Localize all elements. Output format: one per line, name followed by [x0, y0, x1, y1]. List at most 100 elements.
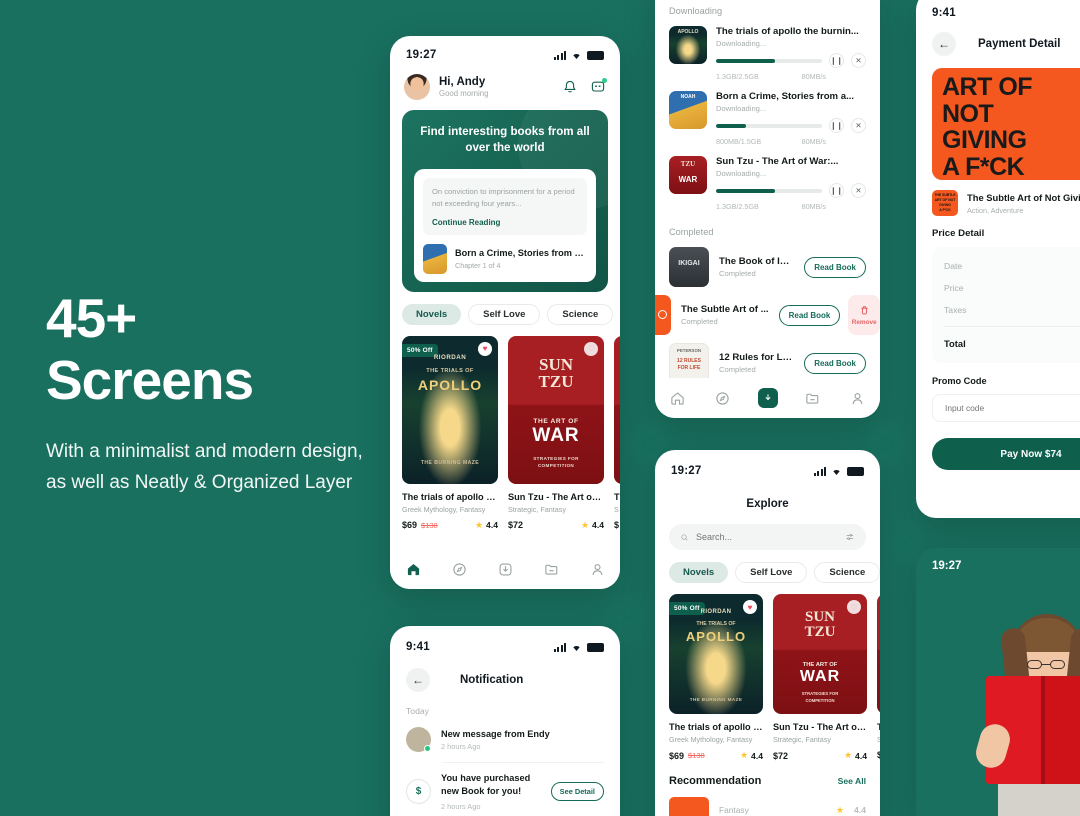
- continue-book-chapter: Chapter 1 of 4: [455, 260, 501, 270]
- price-detail-label: Price Detail: [932, 228, 985, 239]
- home-bottom-nav: [390, 549, 620, 589]
- home-book-list: 50% Off ♥ RIORDAN THE TRIALS OF APOLLO T…: [390, 325, 620, 531]
- close-icon[interactable]: ✕: [851, 53, 866, 68]
- recommendation-item[interactable]: Fantasy ★ 4.4: [655, 787, 880, 816]
- read-book-button[interactable]: Read Book: [778, 304, 841, 326]
- nav-compass-icon[interactable]: [449, 559, 469, 579]
- recommendation-genre: Fantasy: [719, 805, 749, 815]
- bell-icon[interactable]: [562, 79, 578, 95]
- promo-code-input[interactable]: [945, 403, 1080, 413]
- explore-category-chips: Novels Self Love Science Roma: [655, 550, 880, 583]
- chip-novels[interactable]: Novels: [669, 562, 729, 583]
- star-icon: ★: [580, 519, 590, 530]
- chip-science[interactable]: Science: [814, 562, 880, 583]
- message-icon[interactable]: [590, 78, 607, 95]
- promo-headline-line1: 45+: [46, 287, 137, 349]
- notification-item[interactable]: $ You have purchased new Book for you! 2…: [390, 763, 620, 811]
- price-row-taxes: Taxes: [944, 299, 1080, 321]
- chip-science[interactable]: Science: [547, 303, 614, 325]
- price-row-total: Total: [944, 332, 1080, 355]
- promo-code-field[interactable]: [932, 394, 1080, 422]
- download-item[interactable]: APOLLO The trials of apollo the burnin..…: [669, 26, 866, 81]
- notification-time: 2 hours Ago: [441, 801, 481, 811]
- book-rating: 4.4: [751, 750, 763, 761]
- promo-subtext: With a minimalist and modern design, as …: [46, 441, 363, 493]
- book-cover-12rules: PETERSON 12 RULES FOR LIFE: [669, 343, 709, 383]
- completed-list: IKIGAI The Book of Ikigai Completed Read…: [655, 237, 880, 383]
- nav-compass-icon[interactable]: [713, 388, 733, 408]
- search-bar[interactable]: [669, 524, 866, 550]
- see-all-link[interactable]: See All: [838, 776, 866, 786]
- pause-icon[interactable]: ❙❙: [829, 118, 844, 133]
- nav-download-icon[interactable]: [757, 388, 778, 408]
- book-cover-sun-tzu: ♡ SUN TZU THE ART OF WAR STRATEGIES FOR CO…: [508, 335, 604, 484]
- filter-icon[interactable]: [845, 531, 855, 543]
- nav-home-icon[interactable]: [668, 388, 688, 408]
- explore-book-list: 50% Off ♥ RIORDAN THE TRIALS OF APOLLO T…: [655, 583, 880, 761]
- close-icon[interactable]: ✕: [851, 183, 866, 198]
- book-price: $69: [402, 520, 418, 531]
- continue-reading-link[interactable]: Continue Reading: [432, 218, 578, 227]
- price-row-label: Price: [944, 283, 964, 293]
- download-title: Born a Crime, Stories from a...: [716, 91, 855, 102]
- close-icon[interactable]: ✕: [851, 118, 866, 133]
- avatar[interactable]: [404, 74, 430, 100]
- completed-title: 12 Rules for Life ...: [719, 352, 794, 363]
- download-speed: 80MB/s: [801, 72, 826, 81]
- read-book-button[interactable]: Read Book: [804, 256, 866, 278]
- nav-folder-icon[interactable]: [541, 559, 561, 579]
- trash-icon: [860, 306, 868, 315]
- book-title: Sun Tzu - The Art of ...: [508, 491, 604, 502]
- wifi-icon: [573, 645, 580, 651]
- book-card[interactable]: 50% Off ♥ RIORDAN THE TRIALS OF APOLLO T…: [402, 335, 498, 531]
- search-input[interactable]: [695, 532, 839, 542]
- pay-now-button[interactable]: Pay Now $74: [932, 438, 1080, 470]
- download-speed: 80MB/s: [801, 137, 826, 146]
- book-cover-subtle: [655, 295, 671, 335]
- notification-item[interactable]: New message from Endy 2 hours Ago: [390, 716, 620, 752]
- book-rating: 4.4: [592, 520, 604, 531]
- completed-item[interactable]: IKIGAI The Book of Ikigai Completed Read…: [655, 237, 880, 287]
- pause-icon[interactable]: ❙❙: [829, 53, 844, 68]
- notification-text: You have purchased new Book for you!: [441, 773, 531, 797]
- book-cover-apollo: 50% Off ♥ RIORDAN THE TRIALS OF APOLLO T…: [402, 335, 498, 484]
- book-card[interactable]: ♡ SUN TZU THE ART OF WAR STRATEGIES FOR CO…: [508, 335, 604, 531]
- status-time: 9:41: [406, 641, 430, 653]
- status-bar: 9:41: [390, 636, 620, 658]
- download-item[interactable]: TZU WAR Sun Tzu - The Art of War:... Dow…: [669, 156, 866, 211]
- read-book-button[interactable]: Read Book: [804, 352, 866, 374]
- nav-profile-icon[interactable]: [848, 388, 868, 408]
- book-card[interactable]: Th Str $72: [877, 594, 880, 761]
- download-progress-bar: [716, 188, 822, 193]
- see-detail-button[interactable]: See Detail: [550, 781, 604, 801]
- book-card[interactable]: ♡ SUN TZU THE ART OF WAR STRATEGIES FOR CO…: [773, 594, 867, 761]
- download-item[interactable]: NOAH Born a Crime, Stories from a... Dow…: [669, 91, 866, 146]
- book-card[interactable]: 50% Off ♥ RIORDAN THE TRIALS OF APOLLO T…: [669, 594, 763, 761]
- pause-icon[interactable]: ❙❙: [829, 183, 844, 198]
- chip-novels[interactable]: Novels: [402, 303, 462, 325]
- divider: [944, 326, 1080, 327]
- nav-folder-icon[interactable]: [803, 388, 823, 408]
- continue-book-row[interactable]: Born a Crime, Stories from a South... Ch…: [423, 243, 587, 274]
- back-button[interactable]: ←: [932, 32, 956, 56]
- home-banner: Find interesting books from all over the…: [402, 110, 608, 292]
- book-rating: 4.4: [486, 520, 498, 531]
- remove-action[interactable]: Remove: [848, 295, 880, 335]
- nav-download-icon[interactable]: [495, 559, 515, 579]
- battery-icon: [587, 50, 604, 60]
- heart-icon[interactable]: ♡: [584, 341, 598, 356]
- nav-home-icon[interactable]: [403, 559, 423, 579]
- photo-woman: [972, 614, 1080, 816]
- book-card[interactable]: T S $: [614, 335, 620, 531]
- chip-self-love[interactable]: Self Love: [735, 562, 808, 583]
- nav-profile-icon[interactable]: [587, 559, 607, 579]
- completed-item-swiped[interactable]: The Subtle Art of ... Completed Read Boo…: [655, 295, 880, 335]
- book-price: $72: [877, 750, 880, 760]
- completed-item[interactable]: PETERSON 12 RULES FOR LIFE 12 Rules for L…: [655, 335, 880, 383]
- recommendation-title: Recommendation: [669, 775, 762, 787]
- chip-self-love[interactable]: Self Love: [468, 303, 541, 325]
- book-genre: Str: [877, 735, 880, 744]
- remove-label: Remove: [851, 319, 877, 326]
- back-button[interactable]: ←: [406, 668, 430, 692]
- downloading-list: APOLLO The trials of apollo the burnin..…: [655, 26, 880, 211]
